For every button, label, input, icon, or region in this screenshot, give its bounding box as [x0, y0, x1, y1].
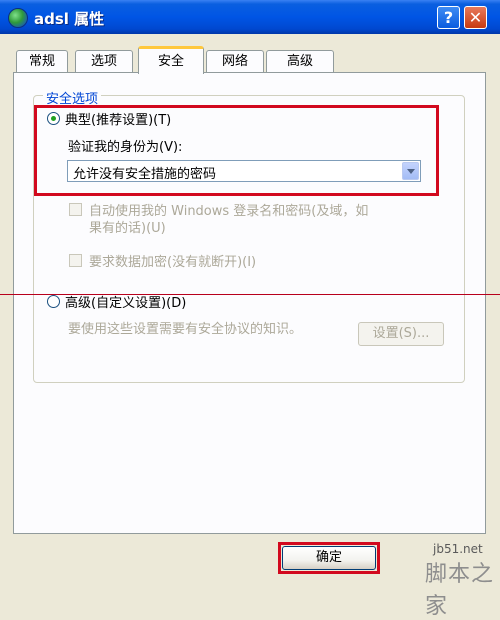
require-encryption-checkbox[interactable]: [69, 254, 82, 267]
settings-button[interactable]: 设置(S)...: [358, 322, 444, 346]
watermark-site: 脚本之家: [425, 562, 495, 619]
watermark-url: jb51.net: [433, 542, 483, 556]
window-title: adsl 属性: [34, 10, 105, 28]
auto-logon-label-line2: 果有的话)(U): [89, 221, 166, 236]
typical-radio-label[interactable]: 典型(推荐设置)(T): [65, 109, 171, 128]
advanced-note: 要使用这些设置需要有安全协议的知识。: [68, 322, 303, 337]
tab-options[interactable]: 选项: [75, 50, 133, 72]
help-button[interactable]: ?: [437, 6, 460, 29]
auto-logon-checkbox[interactable]: [69, 203, 82, 216]
close-button[interactable]: ✕: [464, 6, 487, 29]
verify-identity-label: 验证我的身份为(V):: [68, 140, 183, 155]
tab-general[interactable]: 常规: [16, 50, 68, 72]
verify-identity-select[interactable]: 允许没有安全措施的密码: [67, 160, 421, 182]
security-options-legend: 安全选项: [43, 88, 102, 107]
tab-network[interactable]: 网络: [206, 50, 264, 72]
network-globe-icon: [8, 8, 28, 28]
advanced-radio[interactable]: [47, 295, 60, 308]
require-encryption-label: 要求数据加密(没有就断开)(I): [89, 255, 257, 270]
ok-button[interactable]: 确定: [282, 546, 376, 570]
dropdown-arrow-icon[interactable]: [402, 162, 419, 180]
verify-identity-value: 允许没有安全措施的密码: [73, 167, 217, 182]
divider-line: [0, 294, 500, 295]
tab-security[interactable]: 安全: [138, 46, 204, 74]
typical-radio[interactable]: [47, 112, 60, 125]
tab-advanced[interactable]: 高级: [266, 50, 334, 72]
title-bar[interactable]: adsl 属性 ? ✕: [0, 0, 500, 34]
